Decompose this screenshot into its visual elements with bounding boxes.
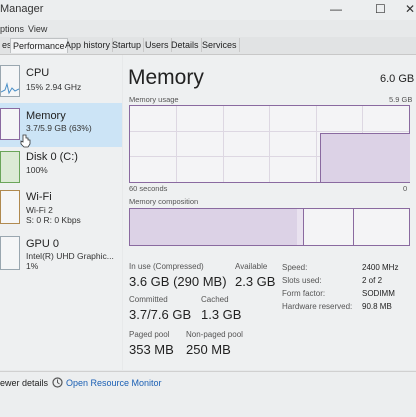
hardware-reserved-value: 90.8 MB [362,302,392,311]
cached-value: 1.3 GB [201,307,242,322]
sidebar-item-label: CPU [26,67,50,79]
sidebar-item-label: Wi-Fi [26,191,52,203]
wifi-thumbnail [0,190,20,224]
menu-bar [0,21,416,37]
grid-line [223,106,224,182]
sidebar-item-disk[interactable]: Disk 0 (C:) 100% [0,148,122,188]
usage-graph-max: 5.9 GB [389,95,413,104]
menu-options[interactable]: ptions [0,24,24,34]
composition-in-use [130,209,298,245]
slots-value: 2 of 2 [362,276,383,285]
menu-view[interactable]: View [28,24,47,34]
available-label: Available [235,262,268,271]
maximize-button[interactable]: ☐ [375,2,386,16]
memory-composition-bar [129,208,410,246]
fewer-details-link[interactable]: ewer details [0,378,48,388]
slots-label: Slots used: [282,276,322,285]
sidebar-item-label: Disk 0 (C:) [26,151,78,163]
form-factor-label: Form factor: [282,289,326,298]
sidebar-item-subtitle: Intel(R) UHD Graphic... [26,251,114,261]
mouse-cursor-icon [20,134,31,148]
minimize-button[interactable]: — [330,2,342,16]
form-factor-value: SODIMM [362,289,395,298]
non-paged-pool-value: 250 MB [186,342,231,357]
usage-axis-right: 0 [403,184,408,193]
usage-graph-label: Memory usage [129,95,179,104]
memory-thumbnail [0,108,20,140]
title-bar [0,0,416,20]
usage-fill [320,133,410,182]
sidebar-item-subtitle: 100% [26,165,48,175]
open-resource-monitor-link[interactable]: Open Resource Monitor [66,378,162,388]
tab-performance[interactable]: Performance [10,38,68,53]
sidebar-item-subtitle: Wi-Fi 2 [26,205,53,215]
committed-label: Committed [129,295,168,304]
window-title: Manager [0,3,44,15]
tab-app-history[interactable]: App history [63,38,114,52]
sidebar-item-subtitle-2: S: 0 R: 0 Kbps [26,215,81,225]
composition-standby [303,209,354,245]
grid-line [176,106,177,182]
tab-startup[interactable]: Startup [110,38,145,52]
tab-users[interactable]: Users [143,38,172,52]
gpu-thumbnail [0,236,20,270]
sidebar-item-gpu[interactable]: GPU 0 Intel(R) UHD Graphic... 1% [0,234,122,278]
in-use-label: In use (Compressed) [129,262,204,271]
cached-label: Cached [201,295,229,304]
non-paged-pool-label: Non-paged pool [186,330,243,339]
sidebar-item-subtitle-2: 1% [26,261,39,271]
grid-line [269,106,270,182]
committed-value: 3.7/7.6 GB [129,307,192,322]
available-value: 2.3 GB [235,274,276,289]
grid-line [130,131,409,132]
usage-axis-left: 60 seconds [129,184,168,193]
tab-details[interactable]: Details [169,38,202,52]
composition-label: Memory composition [129,197,199,206]
sidebar-item-subtitle: 15% 2.94 GHz [26,82,82,92]
memory-usage-graph [129,105,410,183]
paged-pool-label: Paged pool [129,330,170,339]
sidebar-item-label: GPU 0 [26,238,60,250]
in-use-value: 3.6 GB (290 MB) [129,274,227,289]
close-button[interactable]: ✕ [405,2,415,16]
disk-thumbnail [0,151,20,183]
sidebar-item-memory[interactable]: Memory 3.7/5.9 GB (63%) [0,103,122,148]
speed-value: 2400 MHz [362,263,399,272]
page-title: Memory [128,66,204,89]
paged-pool-value: 353 MB [129,342,174,357]
speed-label: Speed: [282,263,308,272]
tab-services[interactable]: Services [200,38,240,52]
grid-line [316,106,317,182]
sidebar-item-cpu[interactable]: CPU 15% 2.94 GHz [0,60,122,102]
hardware-reserved-label: Hardware reserved: [282,302,353,311]
cpu-thumbnail [0,65,20,97]
memory-total: 6.0 GB [380,73,415,85]
sidebar-item-subtitle: 3.7/5.9 GB (63%) [26,123,92,133]
resource-monitor-icon [52,377,63,388]
sidebar-item-label: Memory [26,110,66,122]
sidebar-item-wifi[interactable]: Wi-Fi Wi-Fi 2 S: 0 R: 0 Kbps [0,188,122,234]
